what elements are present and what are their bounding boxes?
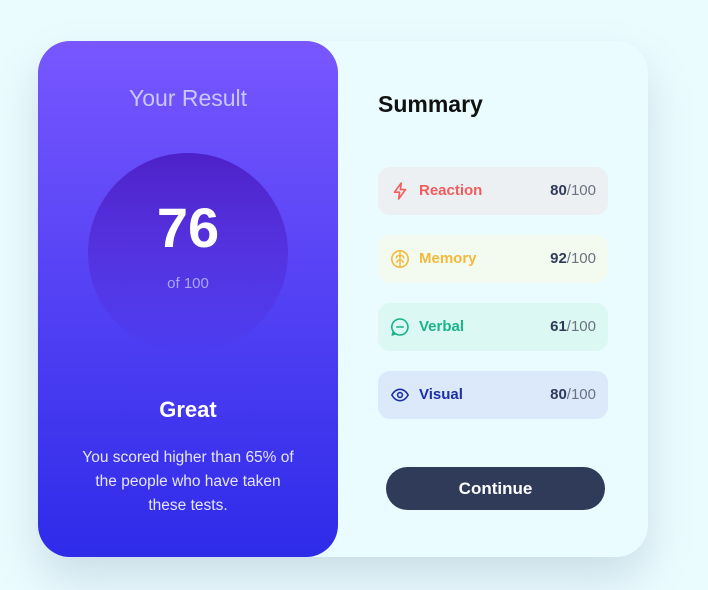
rating-label: Great [159, 397, 217, 422]
result-panel: Your Result 76 of 100 Great You scored h… [38, 41, 338, 557]
summary-item-verbal: Verbal 61/100 [378, 303, 608, 351]
result-description: You scored higher than 65% of the people… [82, 449, 294, 514]
summary-item-memory: Memory 92/100 [378, 235, 608, 283]
summary-item-label: Memory [419, 250, 477, 267]
summary-heading: Summary [378, 91, 483, 117]
summary-item-score: 92/100 [550, 250, 596, 267]
summary-item-score: 61/100 [550, 318, 596, 335]
score-circle: 76 of 100 [88, 153, 288, 353]
summary-item-visual: Visual 80/100 [378, 371, 608, 419]
summary-item-label: Visual [419, 386, 463, 403]
summary-item-score: 80/100 [550, 182, 596, 199]
chat-icon [390, 317, 410, 337]
brain-icon [390, 249, 410, 269]
result-card: Your Result 76 of 100 Great You scored h… [38, 41, 648, 557]
score-total: of 100 [167, 275, 209, 292]
summary-list: Reaction 80/100 Memory 92/100 Verbal 61/… [378, 167, 608, 439]
continue-button[interactable]: Continue [386, 467, 605, 510]
summary-item-score: 80/100 [550, 386, 596, 403]
summary-item-label: Verbal [419, 318, 465, 335]
score-value: 76 [156, 196, 220, 259]
lightning-icon [390, 181, 410, 201]
summary-item-reaction: Reaction 80/100 [378, 167, 608, 215]
eye-icon [390, 385, 410, 405]
result-heading: Your Result [128, 85, 248, 111]
summary-item-label: Reaction [419, 182, 483, 199]
